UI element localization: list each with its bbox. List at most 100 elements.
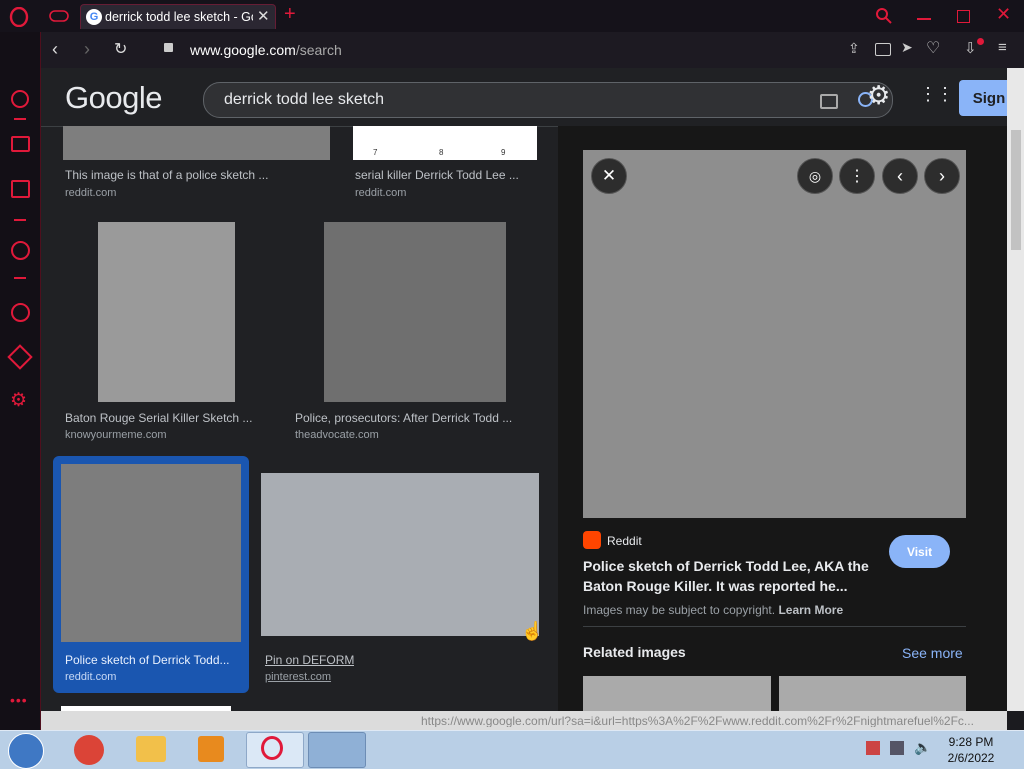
clock-time: 9:28 PM	[948, 735, 994, 749]
lens-icon[interactable]: ◎	[797, 158, 833, 194]
player-icon[interactable]	[11, 241, 30, 260]
status-url: https://www.google.com/url?sa=i&url=http…	[421, 714, 974, 727]
result-source: reddit.com	[65, 671, 117, 683]
system-clock[interactable]: 9:28 PM 2/6/2022	[946, 734, 996, 766]
horizontal-scrollbar[interactable]: https://www.google.com/url?sa=i&url=http…	[41, 711, 1007, 730]
google-logo[interactable]: Google	[65, 80, 162, 116]
result-caption[interactable]: Police sketch of Derrick Todd...	[65, 653, 239, 667]
result-caption[interactable]: This image is that of a police sketch ..…	[65, 168, 305, 182]
strip-number: 7	[373, 148, 378, 157]
back-icon[interactable]: ‹	[52, 39, 58, 60]
speed-dial-icon[interactable]	[11, 90, 29, 108]
opera-sidebar: ⚙ •••	[0, 32, 41, 730]
opera-taskbar-button[interactable]	[246, 732, 304, 768]
preview-image[interactable]	[583, 150, 966, 518]
copyright-text: Images may be subject to copyright.	[583, 603, 776, 617]
new-tab-icon[interactable]: +	[284, 3, 296, 26]
selected-result-card[interactable]: Police sketch of Derrick Todd... reddit.…	[53, 456, 249, 693]
easy-setup-icon[interactable]: ≡	[998, 39, 1007, 56]
lock-icon[interactable]	[164, 43, 173, 52]
next-image-icon[interactable]: ›	[924, 158, 960, 194]
minimize-icon[interactable]	[917, 18, 931, 20]
tab-close-icon[interactable]: ✕	[257, 7, 270, 25]
sidebar-more-icon[interactable]: •••	[10, 692, 28, 708]
opera-icon	[261, 736, 283, 760]
share-icon[interactable]: ⇪	[848, 40, 860, 57]
tab-bar: G derrick todd lee sketch - Go ✕ + ✕	[0, 0, 1024, 32]
windows-taskbar: 🔈 9:28 PM 2/6/2022	[0, 730, 1024, 769]
result-image[interactable]: 7 8 9	[353, 126, 537, 160]
url-path: /search	[295, 42, 342, 58]
learn-more-link[interactable]: Learn More	[778, 603, 843, 617]
snapshot-icon[interactable]	[875, 43, 891, 56]
close-window-icon[interactable]: ✕	[996, 4, 1011, 25]
action-center-icon[interactable]	[866, 741, 880, 755]
result-image[interactable]	[261, 473, 539, 636]
see-more-link[interactable]: See more	[902, 645, 963, 661]
close-preview-icon[interactable]: ✕	[591, 158, 627, 194]
restore-icon[interactable]	[957, 10, 970, 23]
media-player-icon[interactable]	[198, 736, 224, 762]
reload-icon[interactable]: ↻	[114, 39, 127, 59]
sidebar-divider	[14, 219, 26, 221]
result-source: theadvocate.com	[295, 429, 379, 441]
search-input[interactable]: derrick todd lee sketch	[224, 91, 384, 109]
search-box[interactable]: derrick todd lee sketch	[203, 82, 893, 118]
result-image[interactable]	[61, 464, 241, 642]
image-preview-panel: ✕ ◎ ⋮ ‹ › Reddit Police sketch of Derric…	[558, 126, 1007, 711]
download-badge	[977, 38, 984, 45]
url-text[interactable]: www.google.com/search	[190, 42, 342, 58]
source-name[interactable]: Reddit	[607, 534, 642, 548]
camera-search-icon[interactable]	[820, 94, 838, 109]
google-header: Google derrick todd lee sketch ⚙ ⋮⋮⋮ Sig…	[41, 68, 1007, 127]
previous-image-icon[interactable]: ‹	[882, 158, 918, 194]
result-source: reddit.com	[355, 187, 407, 199]
control-panel-taskbar-button[interactable]	[308, 732, 366, 768]
clock-date: 2/6/2022	[947, 751, 995, 765]
download-icon[interactable]: ⇩	[964, 39, 977, 57]
preview-title[interactable]: Police sketch of Derrick Todd Lee, AKA t…	[583, 556, 873, 596]
vertical-scrollbar[interactable]	[1007, 68, 1024, 711]
settings-gear-icon[interactable]: ⚙	[10, 389, 27, 412]
visit-label: Visit	[906, 544, 933, 559]
history-icon[interactable]	[11, 303, 30, 322]
result-caption[interactable]: Police, prosecutors: After Derrick Todd …	[295, 411, 535, 425]
active-tab[interactable]: G derrick todd lee sketch - Go ✕	[80, 4, 276, 29]
tab-title: derrick todd lee sketch - Go	[105, 10, 253, 24]
result-source: reddit.com	[65, 187, 117, 199]
volume-icon[interactable]: 🔈	[914, 739, 931, 756]
strip-number: 9	[501, 148, 506, 157]
sign-in-label: Sign	[972, 89, 1006, 107]
extensions-icon[interactable]	[7, 344, 33, 370]
settings-icon[interactable]: ⚙	[867, 80, 890, 111]
result-caption[interactable]: Baton Rouge Serial Killer Sketch ...	[65, 411, 265, 425]
visit-button[interactable]: Visit	[889, 535, 950, 568]
shopping-icon[interactable]	[11, 136, 30, 152]
game-controller-icon[interactable]	[48, 7, 70, 25]
related-image[interactable]	[779, 676, 966, 711]
file-explorer-icon[interactable]	[136, 736, 166, 762]
result-image[interactable]	[324, 222, 506, 402]
related-image[interactable]	[583, 676, 771, 711]
reddit-icon	[583, 531, 601, 549]
search-tabs-icon[interactable]	[874, 6, 894, 26]
heart-icon[interactable]: ♡	[926, 38, 940, 58]
sign-in-button[interactable]: Sign	[959, 80, 1007, 116]
url-domain: www.google.com	[190, 42, 296, 58]
result-caption[interactable]: Pin on DEFORM	[265, 653, 354, 667]
sidebar-divider	[14, 118, 26, 120]
google-images-page: Google derrick todd lee sketch ⚙ ⋮⋮⋮ Sig…	[41, 68, 1007, 711]
send-icon[interactable]: ➤	[901, 39, 913, 56]
result-caption[interactable]: serial killer Derrick Todd Lee ...	[355, 168, 535, 182]
network-icon[interactable]	[890, 741, 904, 755]
forward-icon[interactable]: ›	[84, 39, 90, 60]
result-source: knowyourmeme.com	[65, 429, 167, 441]
scroll-thumb[interactable]	[1011, 130, 1021, 250]
opera-menu-icon[interactable]	[8, 6, 30, 28]
chrome-icon[interactable]	[74, 735, 104, 765]
start-button[interactable]	[8, 733, 44, 769]
result-image[interactable]	[98, 222, 235, 402]
twitch-icon[interactable]	[11, 180, 30, 198]
result-image[interactable]	[63, 126, 330, 160]
more-options-icon[interactable]: ⋮	[839, 158, 875, 194]
